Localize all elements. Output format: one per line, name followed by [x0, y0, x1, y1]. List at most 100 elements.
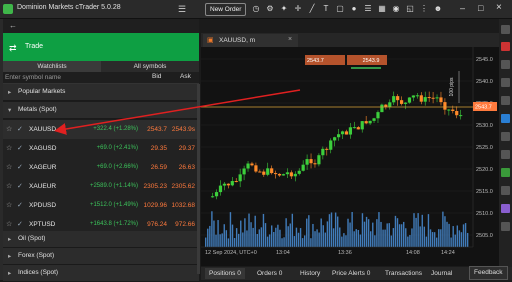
volume-bar	[431, 232, 434, 247]
candle	[443, 102, 447, 110]
tab-all-symbols[interactable]: All symbols	[101, 61, 199, 72]
x-tick-label: 12 Sep 2024, UTC+0	[205, 250, 257, 256]
tab-watchlists[interactable]: Watchlists	[3, 61, 101, 72]
symbol-ask[interactable]: 29.37	[169, 145, 195, 152]
candle	[246, 163, 250, 169]
symbol-ask[interactable]: 26.63	[169, 164, 195, 171]
candle	[411, 95, 416, 98]
symbol-bid[interactable]: 1029.96	[141, 202, 168, 209]
symbol-bid[interactable]: 2543.7	[141, 126, 167, 133]
candle	[388, 102, 392, 108]
star-icon[interactable]: ☆	[6, 125, 12, 133]
tools-icon[interactable]	[501, 186, 510, 195]
star-icon[interactable]: ☆	[6, 182, 12, 190]
volume-bar	[436, 237, 438, 247]
info-icon[interactable]	[501, 114, 510, 123]
candle	[364, 121, 368, 124]
news-icon[interactable]	[501, 96, 510, 105]
volume-bar	[293, 236, 296, 247]
minimize-icon[interactable]: –	[460, 3, 465, 13]
new-order-button[interactable]: New Order	[205, 3, 247, 16]
tab-transactions[interactable]: Transactions	[381, 268, 426, 279]
scrollbar[interactable]	[197, 84, 200, 274]
copy-icon[interactable]	[501, 150, 510, 159]
candle	[313, 163, 317, 165]
volume-bar	[273, 231, 275, 247]
crosshair-icon[interactable]: ✛	[292, 2, 304, 15]
volume-bar	[250, 222, 252, 247]
candle	[258, 171, 262, 173]
volume-bar	[407, 236, 409, 247]
list-icon[interactable]	[501, 60, 510, 69]
star-icon[interactable]: ☆	[6, 144, 12, 152]
strategy-icon[interactable]	[501, 168, 510, 177]
volume-bar	[318, 232, 320, 247]
maximize-icon[interactable]: □	[478, 3, 483, 13]
hamburger-menu-icon[interactable]: ☰	[178, 4, 186, 15]
check-icon: ✓	[17, 145, 23, 152]
symbol-search-input[interactable]	[5, 73, 125, 82]
layers-icon[interactable]: ☰	[362, 2, 374, 15]
volume-bar	[297, 232, 300, 247]
candle	[214, 192, 219, 197]
signal-icon[interactable]	[501, 132, 510, 141]
candle	[360, 121, 364, 130]
volume-bar	[380, 221, 382, 247]
panel-icon[interactable]	[501, 25, 510, 34]
price-chart[interactable]: 2545.02540.02535.02530.02525.02520.02515…	[201, 47, 499, 266]
symbol-ask[interactable]: 1032.68	[169, 202, 196, 209]
back-arrow-icon[interactable]: ←	[9, 21, 17, 30]
close-icon[interactable]: ×	[288, 36, 292, 43]
text-tool-icon[interactable]: T	[320, 2, 332, 15]
symbol-bid[interactable]: 26.59	[141, 164, 167, 171]
symbol-bid[interactable]: 29.35	[141, 145, 167, 152]
symbol-change: +2589.0 (+1.14%)	[89, 183, 138, 189]
symbol-bid[interactable]: 976.24	[141, 221, 167, 228]
lock-icon[interactable]: ●	[348, 2, 360, 15]
user-icon[interactable]: ☻	[432, 2, 444, 15]
plugin-icon[interactable]	[501, 204, 510, 213]
fullscreen-icon[interactable]: ◱	[404, 2, 416, 15]
close-icon[interactable]: ×	[496, 2, 502, 13]
settings-icon[interactable]: ⋮	[418, 2, 430, 15]
volume-bar	[347, 218, 349, 247]
symbol-ask[interactable]: 972.66	[169, 221, 195, 228]
calendar-icon[interactable]	[501, 78, 510, 87]
star-icon[interactable]: ☆	[6, 220, 12, 228]
candle	[242, 168, 246, 175]
symbol-ask[interactable]: 2543.9s	[169, 126, 195, 133]
volume-bar	[351, 211, 353, 247]
star-icon[interactable]: ☆	[6, 201, 12, 209]
line-tool-icon[interactable]: ╱	[306, 2, 318, 15]
tab-journal[interactable]: Journal	[427, 268, 456, 279]
feedback-button[interactable]: Feedback	[469, 266, 508, 280]
symbol-ask[interactable]: 2305.62	[169, 183, 196, 190]
y-tick-label: 2525.0	[476, 145, 493, 151]
star-icon[interactable]: ☆	[6, 163, 12, 171]
help-icon[interactable]	[501, 222, 510, 231]
volume-bar	[275, 227, 277, 247]
chart-timeframe: m	[249, 37, 256, 44]
tab-positions[interactable]: Positions 0	[205, 268, 245, 279]
alert-icon[interactable]	[501, 42, 510, 51]
tab-price-alerts[interactable]: Price Alerts 0	[328, 268, 374, 279]
volume-bar	[343, 233, 345, 247]
volume-bar	[225, 230, 228, 247]
volume-bar	[355, 229, 357, 247]
layout-icon[interactable]: ▦	[376, 2, 388, 15]
candle	[337, 134, 341, 138]
candle	[285, 172, 290, 175]
tab-history[interactable]: History	[296, 268, 324, 279]
clock-icon[interactable]: ◷	[250, 2, 262, 15]
chart-tab-label: XAUUSD, m	[219, 37, 256, 44]
volume-bar	[266, 236, 269, 247]
shapes-icon[interactable]: ▢	[334, 2, 346, 15]
gear-icon[interactable]: ⚙	[264, 2, 276, 15]
volume-bar	[248, 213, 250, 247]
tab-orders[interactable]: Orders 0	[253, 268, 286, 279]
cursor-icon[interactable]: ✦	[278, 2, 290, 15]
camera-icon[interactable]: ◉	[390, 2, 402, 15]
symbol-bid[interactable]: 2305.23	[141, 183, 168, 190]
volume-bar	[238, 233, 240, 247]
candle	[211, 196, 215, 198]
